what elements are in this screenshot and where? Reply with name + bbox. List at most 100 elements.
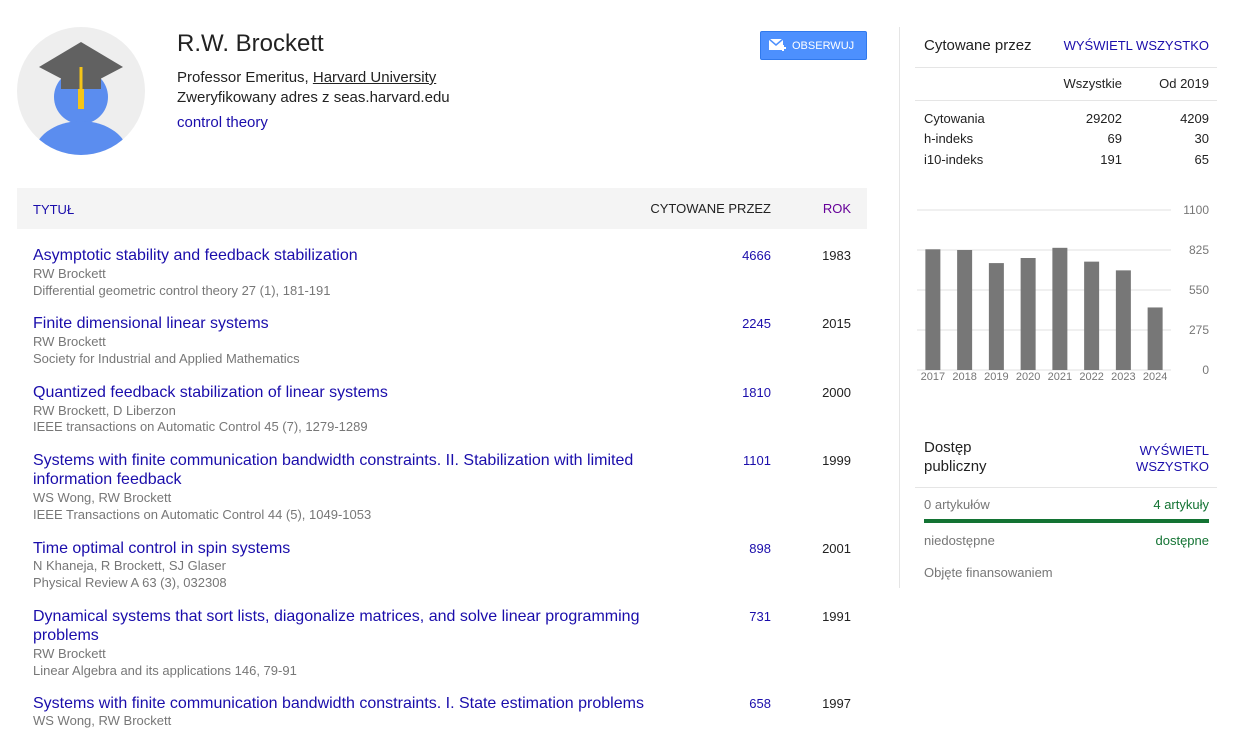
article-authors: RW Brockett (33, 266, 106, 281)
cited-count[interactable]: 1101 (743, 453, 771, 468)
x-tick-label: 2022 (1079, 371, 1103, 383)
sort-by-cited[interactable]: CYTOWANE PRZEZ (650, 201, 771, 216)
article-authors: WS Wong, RW Brockett (33, 713, 172, 728)
cited-count[interactable]: 658 (749, 696, 771, 711)
y-tick-label: 825 (1189, 243, 1209, 257)
chart-bar[interactable] (1147, 307, 1163, 370)
x-tick-label: 2018 (952, 371, 976, 383)
stat-all: 29202 (1085, 111, 1122, 126)
cited-count[interactable]: 1810 (742, 385, 771, 400)
stat-since: 30 (1194, 131, 1209, 146)
open-access-progress (924, 519, 1209, 523)
open-access-heading-line1: Dostęp (924, 439, 972, 456)
chart-bar[interactable] (1020, 258, 1036, 370)
stat-since: 65 (1194, 152, 1209, 167)
stat-label: Cytowania (924, 111, 985, 126)
cited-count[interactable]: 2245 (742, 316, 771, 331)
article-title[interactable]: Finite dimensional linear systems (33, 314, 653, 333)
follow-button[interactable]: OBSERWUJ (760, 31, 867, 60)
x-tick-label: 2019 (984, 371, 1008, 383)
article-year: 1997 (822, 696, 851, 711)
article-title[interactable]: Systems with finite communication bandwi… (33, 694, 673, 713)
y-tick-label: 1100 (1183, 203, 1209, 217)
article-year: 1991 (822, 609, 851, 624)
article-title[interactable]: Dynamical systems that sort lists, diago… (33, 607, 653, 645)
article-title[interactable]: Asymptotic stability and feedback stabil… (33, 246, 653, 265)
follow-label: OBSERWUJ (792, 39, 855, 52)
open-access-progress-fill (924, 519, 1209, 523)
cited-by-heading: Cytowane przez (924, 37, 1032, 54)
open-access-heading-line2: publiczny (924, 458, 987, 475)
article-authors: WS Wong, RW Brockett (33, 490, 172, 505)
article-title[interactable]: Time optimal control in spin systems (33, 539, 653, 558)
university-link[interactable]: Harvard University (313, 69, 436, 86)
divider (915, 67, 1217, 68)
article-publication: Differential geometric control theory 27… (33, 283, 331, 298)
article-publication: Physical Review A 63 (3), 032308 (33, 575, 227, 590)
chart-bar[interactable] (1052, 247, 1068, 370)
stat-since: 4209 (1180, 111, 1209, 126)
article-title[interactable]: Quantized feedback stabilization of line… (33, 383, 653, 402)
article-publication: Linear Algebra and its applications 146,… (33, 663, 297, 678)
y-tick-label: 0 (1202, 363, 1209, 377)
articles-table-header: TYTUŁ CYTOWANE PRZEZ ROK (17, 188, 867, 229)
article-publication: IEEE transactions on Automatic Control 4… (33, 419, 368, 434)
research-interest-link[interactable]: control theory (177, 114, 268, 131)
x-tick-label: 2017 (921, 371, 945, 383)
citations-bar-chart: 0 275 550 825 1100 2017 2018 2019 2020 2021 2022 20… (917, 203, 1209, 383)
x-tick-label: 2020 (1016, 371, 1040, 383)
verified-email: Zweryfikowany adres z seas.harvard.edu (177, 89, 450, 106)
x-tick-label: 2024 (1143, 371, 1167, 383)
article-authors: RW Brockett (33, 334, 106, 349)
cited-count[interactable]: 4666 (742, 248, 771, 263)
article-year: 1999 (822, 453, 851, 468)
cited-count[interactable]: 731 (749, 609, 771, 624)
article-publication: Society for Industrial and Applied Mathe… (33, 351, 300, 366)
article-authors: RW Brockett, D Liberzon (33, 403, 176, 418)
article-year: 2000 (822, 385, 851, 400)
col-all: Wszystkie (1063, 76, 1123, 91)
article-authors: RW Brockett (33, 646, 106, 661)
profile-name: R.W. Brockett (177, 30, 324, 57)
article-year: 2001 (822, 541, 851, 556)
stat-label: i10-indeks (924, 152, 984, 167)
col-since: Od 2019 (1159, 76, 1209, 91)
article-year: 1983 (822, 248, 851, 263)
chart-bar[interactable] (925, 249, 941, 370)
oa-link-line1: WYŚWIETL (1139, 443, 1209, 458)
y-tick-label: 550 (1189, 283, 1209, 297)
view-all-open-access-link[interactable]: WYŚWIETL WSZYSTKO (1136, 443, 1209, 475)
y-tick-label: 275 (1189, 323, 1209, 337)
unavailable-label: niedostępne (924, 533, 995, 548)
stat-all: 69 (1107, 131, 1122, 146)
view-all-citations-link[interactable]: WYŚWIETL WSZYSTKO (1064, 38, 1209, 53)
x-tick-label: 2023 (1111, 371, 1135, 383)
article-title[interactable]: Systems with finite communication bandwi… (33, 451, 653, 489)
x-tick-label: 2021 (1048, 371, 1072, 383)
article-authors: N Khaneja, R Brockett, SJ Glaser (33, 558, 226, 573)
chart-bar[interactable] (957, 250, 973, 370)
sidebar-divider (899, 27, 900, 588)
affiliation-prefix: Professor Emeritus, (177, 69, 313, 86)
funding-label: Objęte finansowaniem (924, 565, 1053, 580)
chart-bar[interactable] (1115, 270, 1131, 370)
divider (915, 487, 1217, 488)
open-access-heading: Dostęp publiczny (924, 438, 987, 476)
oa-link-line2: WSZYSTKO (1136, 459, 1209, 474)
available-count: 4 artykuły (1153, 497, 1209, 512)
sort-by-year[interactable]: ROK (823, 201, 851, 216)
available-label: dostępne (1155, 533, 1210, 548)
sort-by-title[interactable]: TYTUŁ (33, 202, 74, 217)
profile-avatar (17, 27, 145, 155)
unavailable-count: 0 artykułów (924, 497, 990, 512)
profile-affiliation: Professor Emeritus, Harvard University (177, 69, 436, 86)
chart-bar[interactable] (1084, 261, 1100, 370)
cited-count[interactable]: 898 (749, 541, 771, 556)
stat-all: 191 (1100, 152, 1122, 167)
follow-mail-icon (769, 38, 786, 51)
divider (915, 100, 1217, 101)
stat-label: h-indeks (924, 131, 974, 146)
article-year: 2015 (822, 316, 851, 331)
graduate-avatar-icon (33, 42, 129, 155)
chart-bar[interactable] (988, 263, 1004, 370)
